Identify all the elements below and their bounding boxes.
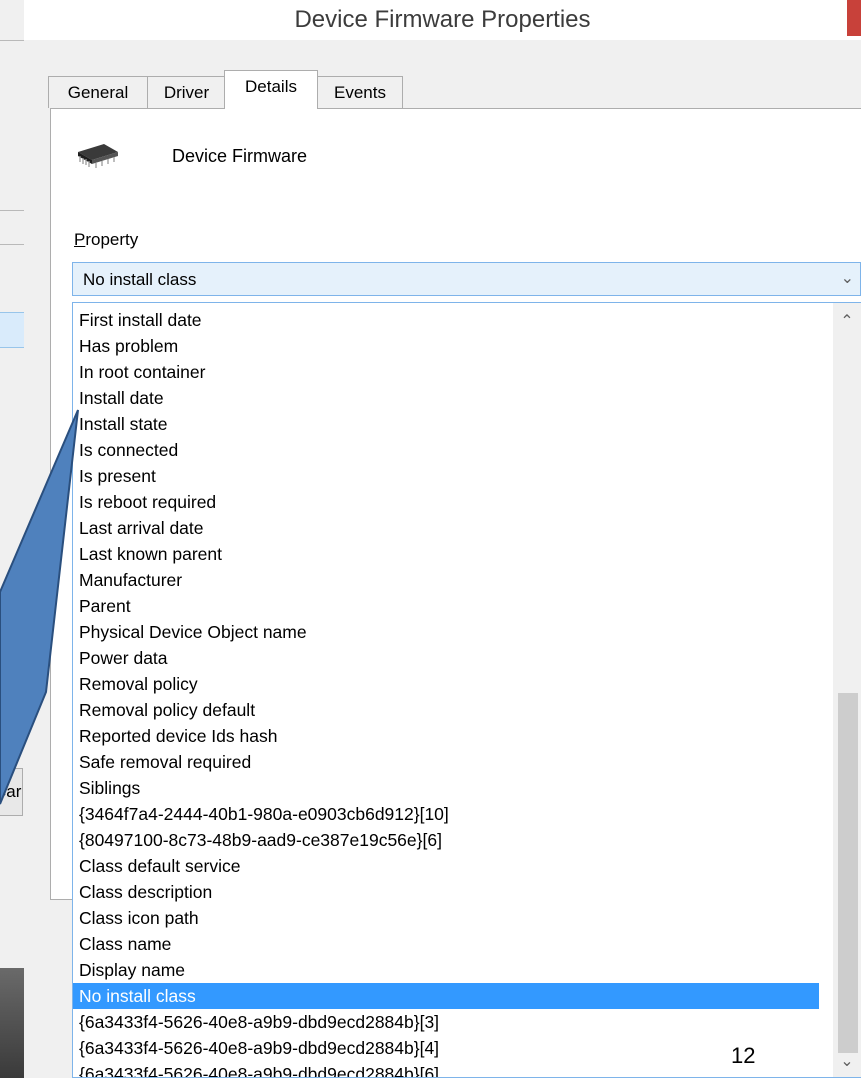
property-option[interactable]: Install state: [73, 411, 819, 437]
property-option[interactable]: Removal policy: [73, 671, 819, 697]
chevron-up-icon[interactable]: ⌃: [833, 311, 861, 331]
property-option[interactable]: {3464f7a4-2444-40b1-980a-e0903cb6d912}[1…: [73, 801, 819, 827]
property-option[interactable]: Class description: [73, 879, 819, 905]
property-option[interactable]: Has problem: [73, 333, 819, 359]
property-option[interactable]: Manufacturer: [73, 567, 819, 593]
property-option[interactable]: Safe removal required: [73, 749, 819, 775]
property-option[interactable]: Class name: [73, 931, 819, 957]
property-option[interactable]: {6a3433f4-5626-40e8-a9b9-dbd9ecd2884b}[6…: [73, 1061, 819, 1077]
property-dropdown-value: No install class: [83, 270, 197, 289]
title-bar[interactable]: Device Firmware Properties: [24, 0, 861, 40]
page-number: 12: [731, 1043, 756, 1068]
background-divider: [0, 740, 24, 741]
property-options-list[interactable]: {6a3433f4-5626-40e8-a9b9-dbd9ecd2884b}[6…: [72, 302, 861, 1078]
tab-driver[interactable]: Driver: [147, 76, 226, 108]
property-option[interactable]: In root container: [73, 359, 819, 385]
property-option[interactable]: Is reboot required: [73, 489, 819, 515]
chevron-down-icon[interactable]: ⌄: [841, 268, 854, 288]
property-option[interactable]: Removal policy default: [73, 697, 819, 723]
background-divider: [0, 210, 24, 211]
property-option[interactable]: {6a3433f4-5626-40e8-a9b9-dbd9ecd2884b}[4…: [73, 1035, 819, 1061]
property-option[interactable]: First install date: [73, 307, 819, 333]
property-option[interactable]: No install class: [73, 983, 819, 1009]
background-window: Car: [0, 0, 24, 1078]
property-option[interactable]: Display name: [73, 957, 819, 983]
property-dropdown[interactable]: No install class ⌄: [72, 262, 861, 296]
background-photo: [0, 968, 24, 1078]
property-option[interactable]: Siblings: [73, 775, 819, 801]
property-option[interactable]: Class icon path: [73, 905, 819, 931]
property-option[interactable]: Parent: [73, 593, 819, 619]
property-label-text: roperty: [85, 230, 139, 249]
background-divider: [0, 244, 24, 245]
property-option[interactable]: {80497100-8c73-48b9-aad9-ce387e19c56e}[6…: [73, 827, 819, 853]
list-scrollbar[interactable]: ⌃ ⌄: [833, 303, 861, 1077]
tab-details[interactable]: Details: [224, 70, 318, 109]
property-option[interactable]: {6a3433f4-5626-40e8-a9b9-dbd9ecd2884b}[3…: [73, 1009, 819, 1035]
property-option[interactable]: Is connected: [73, 437, 819, 463]
property-option[interactable]: Physical Device Object name: [73, 619, 819, 645]
property-label-accesskey: P: [74, 230, 86, 249]
scrollbar-thumb[interactable]: [838, 693, 858, 1053]
property-option[interactable]: Is present: [73, 463, 819, 489]
property-option[interactable]: Last known parent: [73, 541, 819, 567]
property-option[interactable]: Power data: [73, 645, 819, 671]
tab-events[interactable]: Events: [317, 76, 403, 108]
device-properties-dialog: Device Firmware Properties General Drive…: [24, 0, 861, 1078]
chevron-down-icon[interactable]: ⌄: [833, 1051, 861, 1071]
property-label: Property: [74, 230, 138, 250]
close-button[interactable]: [847, 0, 861, 36]
property-option[interactable]: Last arrival date: [73, 515, 819, 541]
background-selected-row: [0, 312, 24, 348]
tab-general[interactable]: General: [48, 76, 148, 108]
chip-icon: [78, 144, 118, 168]
background-divider: [0, 40, 24, 41]
property-option[interactable]: Install date: [73, 385, 819, 411]
device-name: Device Firmware: [172, 146, 308, 166]
dialog-title: Device Firmware Properties: [294, 6, 591, 33]
property-option[interactable]: Class default service: [73, 853, 819, 879]
background-cancel-button[interactable]: Car: [0, 768, 23, 816]
property-option[interactable]: Reported device Ids hash: [73, 723, 819, 749]
